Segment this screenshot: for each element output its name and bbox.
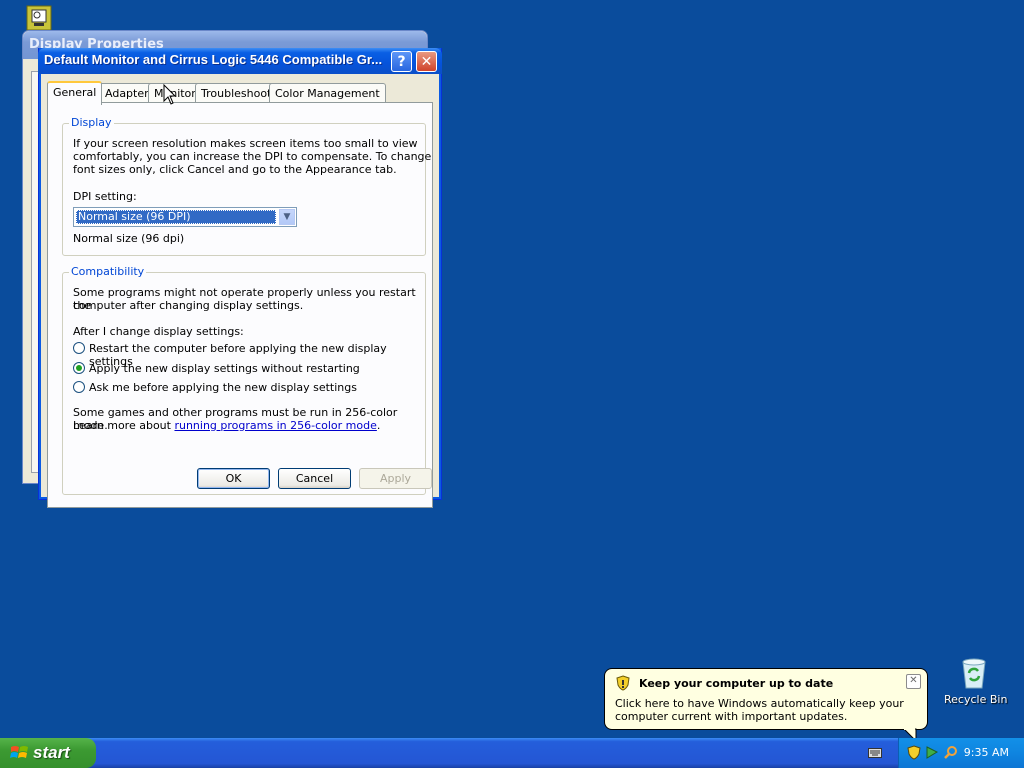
recycle-bin-icon xyxy=(962,658,986,689)
start-button[interactable]: start xyxy=(0,738,96,768)
dpi-setting-label: DPI setting: xyxy=(73,190,137,203)
update-balloon[interactable]: Keep your computer up to date ✕ Click he… xyxy=(604,668,928,730)
close-button[interactable]: ✕ xyxy=(416,51,437,72)
mouse-cursor-icon xyxy=(163,84,177,105)
monitor-properties-dialog[interactable]: Default Monitor and Cirrus Logic 5446 Co… xyxy=(38,48,442,508)
dialog-titlebar[interactable]: Default Monitor and Cirrus Logic 5446 Co… xyxy=(38,48,442,74)
tab-general[interactable]: General xyxy=(47,81,103,105)
balloon-title: Keep your computer up to date xyxy=(639,677,834,690)
display-properties-icon xyxy=(26,5,52,31)
radio-restart[interactable] xyxy=(73,342,85,354)
radio-ask-me-label[interactable]: Ask me before applying the new display s… xyxy=(89,381,357,394)
display-description-line-3: font sizes only, click Cancel and go to … xyxy=(73,163,397,176)
general-tab-panel: Display If your screen resolution makes … xyxy=(47,102,433,508)
keyboard-icon[interactable] xyxy=(868,748,882,758)
after-change-label: After I change display settings: xyxy=(73,325,244,338)
clock[interactable]: 9:35 AM xyxy=(964,746,1009,759)
help-button[interactable]: ? xyxy=(391,51,412,72)
compatibility-group-title: Compatibility xyxy=(69,265,147,278)
network-icon[interactable] xyxy=(925,745,939,760)
help-icon: ? xyxy=(397,54,406,70)
compat-description-line-2: computer after changing display settings… xyxy=(73,299,304,312)
dpi-selected-value: Normal size (96 DPI) xyxy=(76,210,276,224)
windows-logo-icon xyxy=(10,746,28,758)
display-group-title: Display xyxy=(69,116,114,129)
balloon-close-icon[interactable]: ✕ xyxy=(906,674,921,689)
tab-adapter[interactable]: Adapter xyxy=(99,83,155,103)
ok-button[interactable]: OK xyxy=(197,468,270,489)
apply-button[interactable]: Apply xyxy=(359,468,432,489)
search-icon[interactable] xyxy=(943,745,958,760)
security-shield-icon xyxy=(616,675,630,691)
start-label: start xyxy=(33,743,70,762)
recycle-bin-label: Recycle Bin xyxy=(944,693,1008,706)
tab-troubleshoot[interactable]: Troubleshoot xyxy=(195,83,278,103)
cancel-button[interactable]: Cancel xyxy=(278,468,351,489)
dpi-note: Normal size (96 dpi) xyxy=(73,232,185,245)
learn-more-prefix: Learn more about xyxy=(73,419,175,432)
radio-ask-me[interactable] xyxy=(73,381,85,393)
learn-more-suffix: . xyxy=(376,419,381,432)
dialog-title: Default Monitor and Cirrus Logic 5446 Co… xyxy=(44,52,383,67)
radio-apply-without-restart[interactable] xyxy=(73,362,85,374)
tab-bar: General Adapter Monitor Troubleshoot Col… xyxy=(47,81,433,105)
system-tray: 9:35 AM xyxy=(898,738,1024,768)
taskbar: start 9:35 AM xyxy=(0,738,1024,768)
recycle-bin[interactable]: Recycle Bin xyxy=(944,656,1008,706)
radio-apply-without-restart-label[interactable]: Apply the new display settings without r… xyxy=(89,362,360,375)
display-description-line-1: If your screen resolution makes screen i… xyxy=(73,137,418,150)
security-alert-icon[interactable] xyxy=(907,745,921,760)
display-description-line-2: comfortably, you can increase the DPI to… xyxy=(73,150,432,163)
tab-color-management[interactable]: Color Management xyxy=(269,83,386,103)
color-mode-note-line-2: Learn more about running programs in 256… xyxy=(73,419,380,432)
dpi-setting-select[interactable]: Normal size (96 DPI) ▼ xyxy=(73,207,297,227)
balloon-body[interactable]: Click here to have Windows automatically… xyxy=(615,697,919,723)
chevron-down-icon[interactable]: ▼ xyxy=(279,209,295,225)
close-icon: ✕ xyxy=(420,54,433,70)
256-color-mode-link[interactable]: running programs in 256-color mode xyxy=(174,419,376,432)
